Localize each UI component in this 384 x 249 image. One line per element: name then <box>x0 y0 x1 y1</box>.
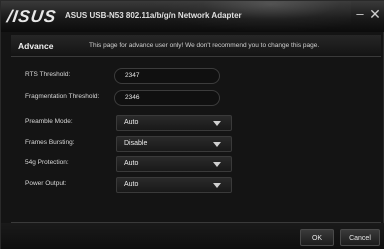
frames-bursting-row: Frames Bursting: Disable <box>15 136 381 152</box>
54g-protection-value: Auto <box>124 160 139 167</box>
asus-logo: /ISUS <box>5 7 58 26</box>
power-output-row: Power Output: Auto <box>15 177 381 193</box>
fragmentation-threshold-label: Fragmentation Threshold: <box>25 93 100 100</box>
chevron-down-icon[interactable] <box>213 142 221 147</box>
preamble-mode-label: Preamble Mode: <box>25 118 73 125</box>
54g-protection-label: 54g Protection: <box>25 159 69 166</box>
chevron-down-icon[interactable] <box>213 183 221 188</box>
power-output-label: Power Output: <box>25 180 67 187</box>
rts-threshold-row: RTS Threshold: 2347 <box>15 68 381 84</box>
chevron-down-icon[interactable] <box>213 121 221 126</box>
preamble-mode-row: Preamble Mode: Auto <box>15 115 381 131</box>
footer-bar: OK Cancel <box>1 223 384 249</box>
frames-bursting-label: Frames Bursting: <box>25 139 75 146</box>
ok-button[interactable]: OK <box>300 229 334 246</box>
rts-threshold-input[interactable]: 2347 <box>114 68 220 84</box>
title-bar[interactable]: /ISUS ASUS USB-N53 802.11a/b/g/n Network… <box>1 1 384 32</box>
frames-bursting-select[interactable]: Disable <box>116 136 232 152</box>
adapter-window: /ISUS ASUS USB-N53 802.11a/b/g/n Network… <box>0 0 384 249</box>
page-title: Advance <box>18 41 54 51</box>
preamble-mode-value: Auto <box>124 119 139 126</box>
rts-threshold-label: RTS Threshold: <box>25 71 71 78</box>
chevron-down-icon[interactable] <box>213 162 221 167</box>
minimize-button[interactable]: – <box>353 7 367 21</box>
section-header: Advance This page for advance user only!… <box>11 35 381 57</box>
power-output-value: Auto <box>124 181 139 188</box>
54g-protection-row: 54g Protection: Auto <box>15 156 381 172</box>
cancel-button[interactable]: Cancel <box>340 229 380 246</box>
fragmentation-threshold-input[interactable]: 2346 <box>114 90 220 106</box>
frames-bursting-value: Disable <box>124 140 148 147</box>
power-output-select[interactable]: Auto <box>116 177 232 193</box>
preamble-mode-select[interactable]: Auto <box>116 115 232 131</box>
window-title: ASUS USB-N53 802.11a/b/g/n Network Adapt… <box>65 11 242 20</box>
fragmentation-threshold-row: Fragmentation Threshold: 2346 <box>15 90 381 106</box>
54g-protection-select[interactable]: Auto <box>116 156 232 172</box>
settings-form: RTS Threshold: 2347 Fragmentation Thresh… <box>15 59 381 219</box>
close-button[interactable]: ✕ <box>368 7 382 21</box>
warning-note: This page for advance user only! We don'… <box>89 42 320 49</box>
